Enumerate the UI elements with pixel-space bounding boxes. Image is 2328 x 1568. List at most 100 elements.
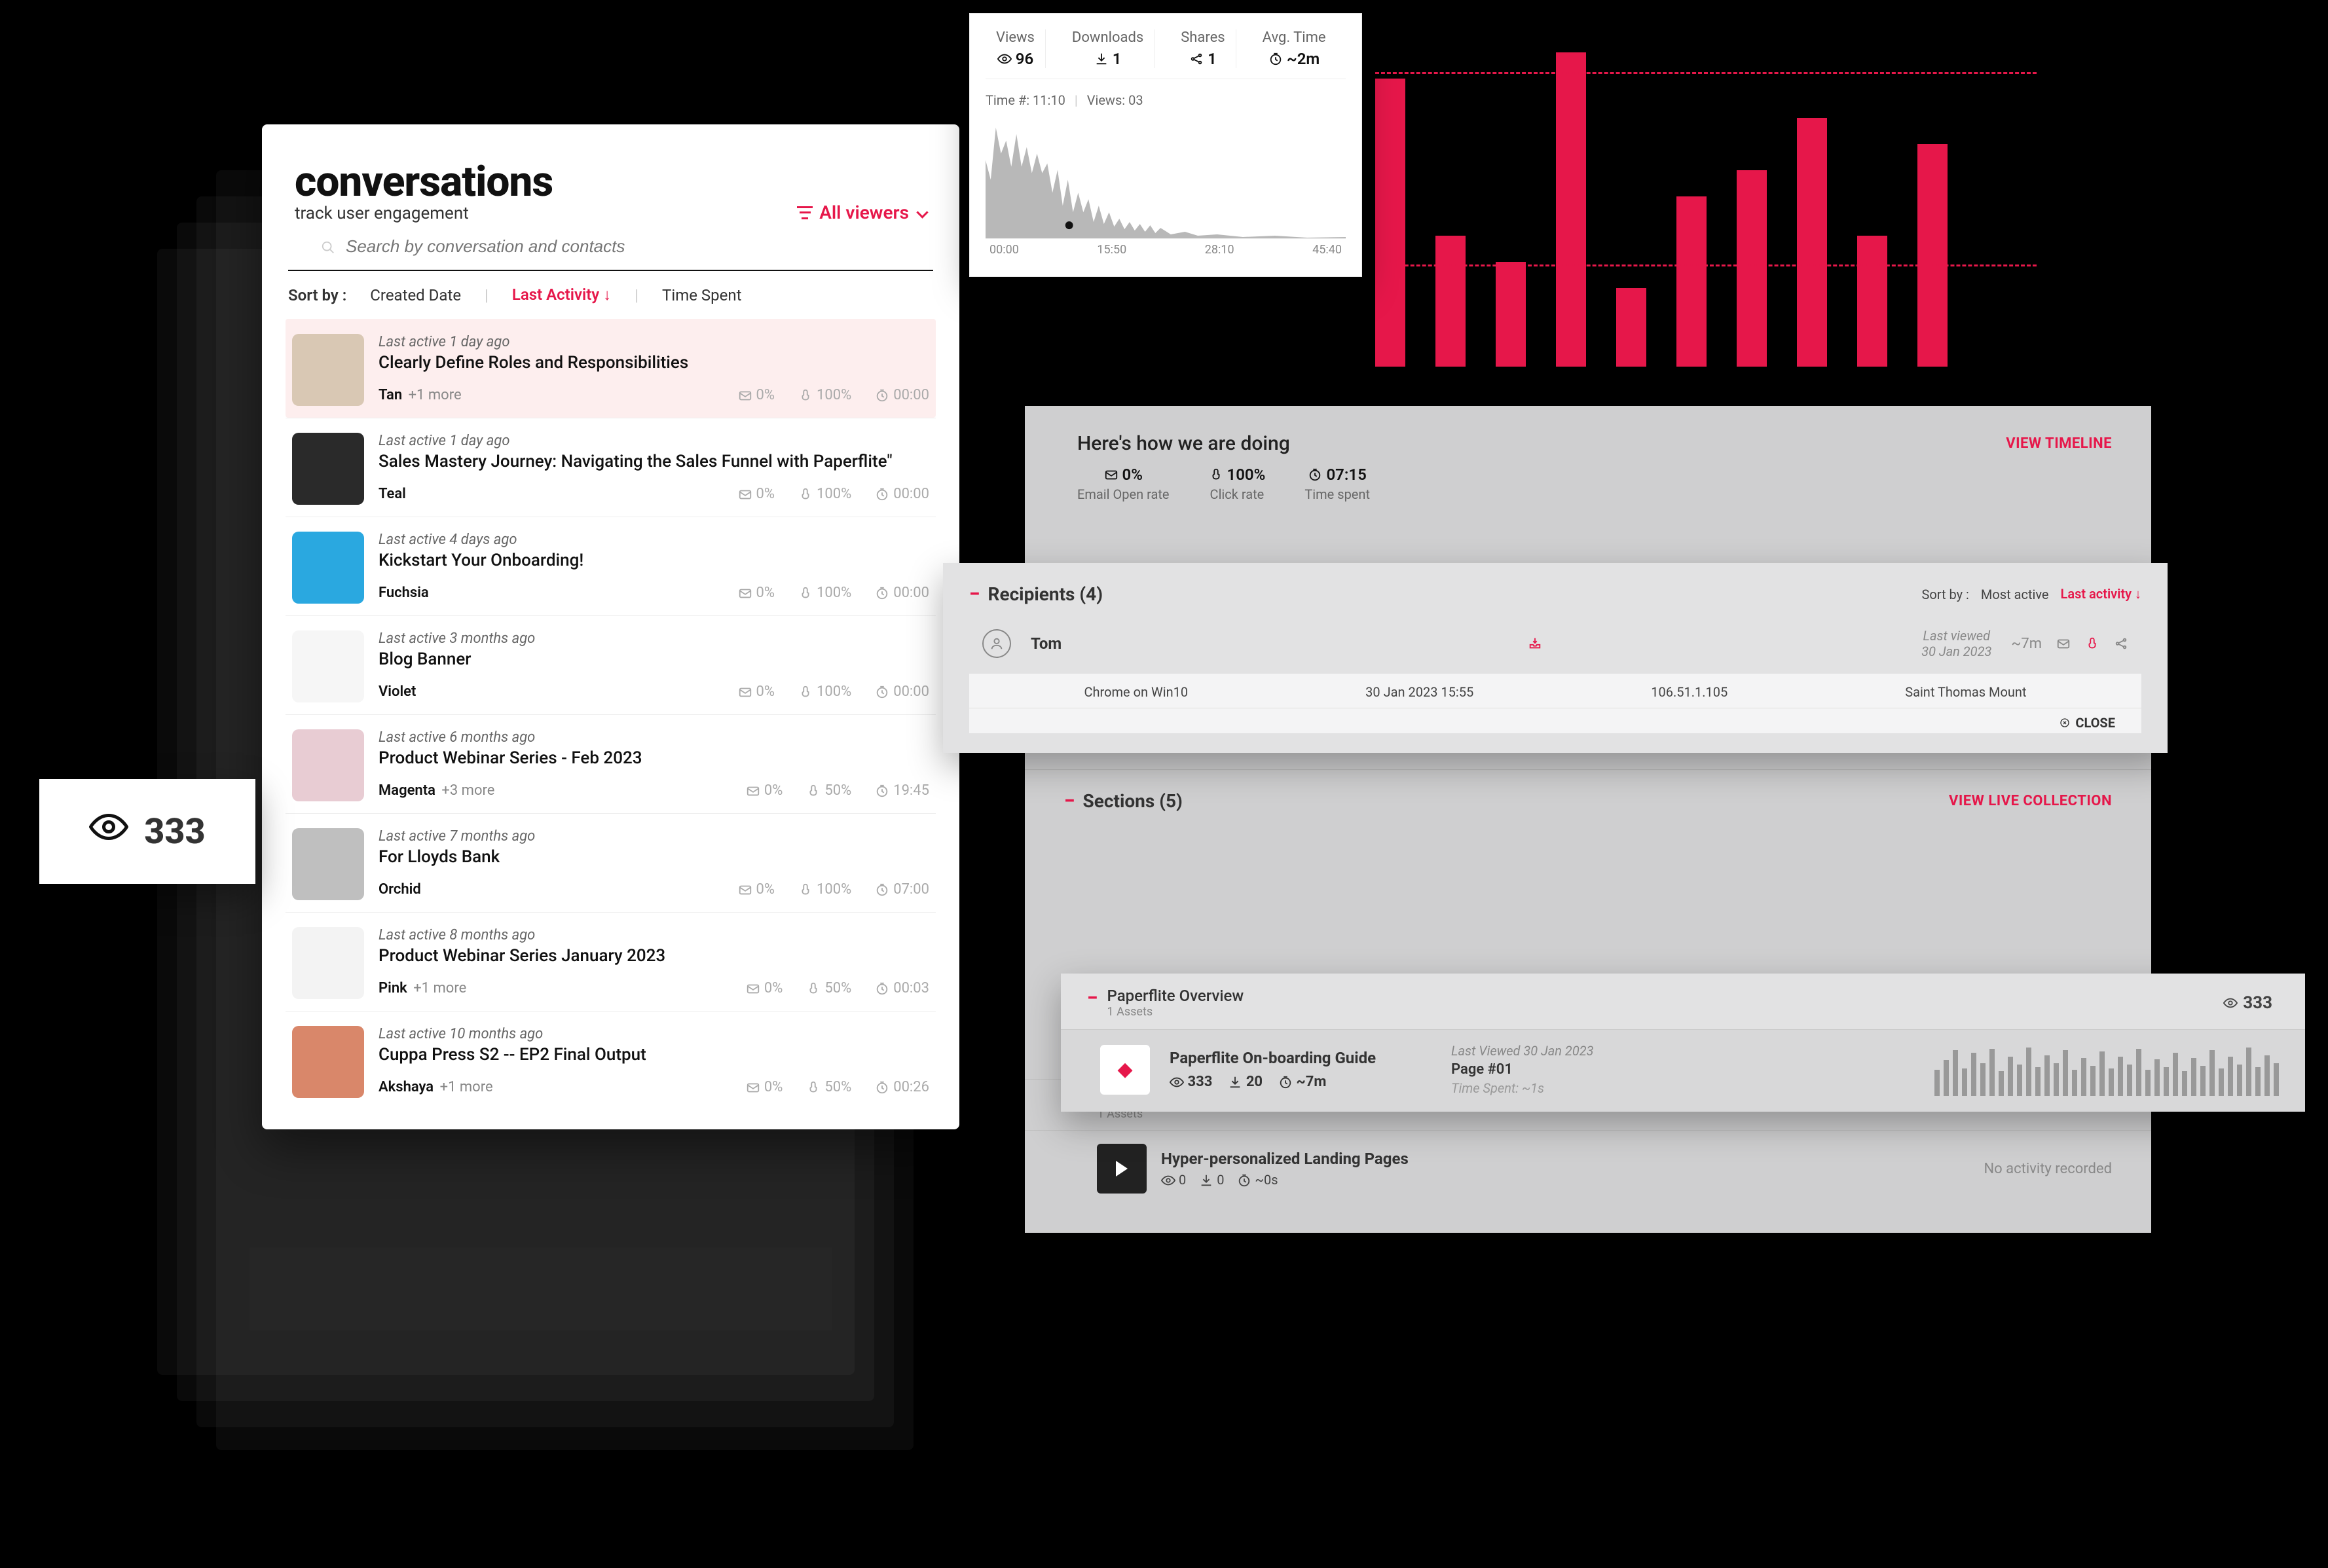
collapse-icon[interactable]: − — [1087, 987, 1098, 1010]
sort-spent[interactable]: Time Spent — [662, 286, 741, 304]
asset-detail-row[interactable]: ◆ Paperflite On-boarding Guide 333 20 ~7… — [1100, 1043, 2279, 1096]
doing-title: Here's how we are doing — [1077, 432, 1290, 455]
clock-icon — [1308, 467, 1322, 482]
last-active: Last active 7 months ago — [379, 828, 929, 845]
no-activity-label: No activity recorded — [1984, 1161, 2112, 1177]
last-active: Last active 10 months ago — [379, 1026, 929, 1042]
background-bar-chart — [1375, 26, 1997, 393]
shares-label: Shares — [1181, 29, 1225, 46]
last-active: Last active 3 months ago — [379, 630, 929, 647]
conversation-name: For Lloyds Bank — [379, 847, 929, 867]
timeline-chart[interactable] — [986, 115, 1346, 239]
conversation-person: Fuchsia — [379, 585, 432, 601]
conversation-thumb — [292, 1026, 364, 1098]
close-icon — [2060, 718, 2070, 728]
view-timeline-link[interactable]: VIEW TIMELINE — [2006, 435, 2112, 452]
asset-row[interactable]: Hyper-personalized Landing Pages 0 0 ~0s… — [1025, 1131, 2151, 1207]
page-title: conversations — [295, 157, 553, 206]
click-rate: 100% — [798, 881, 851, 898]
eye-icon — [2223, 996, 2238, 1010]
conversation-item[interactable]: Last active 1 day ago Sales Mastery Jour… — [286, 418, 936, 517]
sort-created[interactable]: Created Date — [370, 286, 461, 304]
time-spent-page: Time Spent: ~1s — [1451, 1080, 1915, 1096]
clock-icon — [1268, 52, 1283, 66]
tray-icon — [1528, 636, 1542, 651]
collapse-icon[interactable]: − — [1064, 790, 1075, 812]
recipients-title: Recipients (4) — [988, 583, 1103, 605]
collapse-icon[interactable]: − — [969, 583, 980, 606]
eye-icon — [1170, 1075, 1184, 1089]
time-spent: 00:00 — [875, 486, 929, 502]
open-rate: 0% — [746, 980, 783, 996]
conversation-person: Orchid — [379, 881, 424, 898]
views-at-label: Views: 03 — [1087, 92, 1143, 108]
conversation-item[interactable]: Last active 3 months ago Blog Banner Vio… — [286, 615, 936, 714]
doc-name: Paperflite On-boarding Guide — [1170, 1049, 1405, 1067]
share-icon — [2114, 636, 2128, 651]
time-at-label: Time #: 11:10 — [986, 92, 1065, 108]
conversation-item[interactable]: Last active 7 months ago For Lloyds Bank… — [286, 813, 936, 912]
last-active: Last active 1 day ago — [379, 334, 929, 350]
sort-last-activity[interactable]: Last activity ↓ — [2061, 586, 2141, 602]
conversation-item[interactable]: Last active 6 months ago Product Webinar… — [286, 714, 936, 813]
conversation-person: Teal — [379, 486, 409, 502]
clock-icon — [1278, 1075, 1293, 1089]
search-input[interactable] — [346, 236, 900, 257]
sort-label: Sort by : — [1921, 587, 1968, 602]
time-spent: 00:00 — [875, 684, 929, 700]
recipient-name: Tom — [1031, 634, 1149, 653]
download-icon — [1199, 1173, 1213, 1188]
viewers-label: All viewers — [819, 202, 909, 223]
conversation-person: Tan +1 more — [379, 387, 462, 403]
recipients-card: −Recipients (4) Sort by : Most active La… — [943, 563, 2168, 753]
sort-activity[interactable]: Last Activity ↓ — [512, 285, 611, 304]
section-overview-card: − Paperflite Overview1 Assets 333 ◆ Pape… — [1061, 974, 2305, 1112]
click-rate: 100% — [798, 387, 851, 403]
conversation-thumb — [292, 532, 364, 604]
last-active: Last active 6 months ago — [379, 729, 929, 746]
click-rate: 50% — [806, 782, 851, 799]
eye-icon — [997, 52, 1012, 66]
views-badge: 333 — [39, 779, 255, 884]
close-button[interactable]: CLOSE — [969, 708, 2141, 733]
last-active: Last active 8 months ago — [379, 927, 929, 943]
click-icon — [1209, 467, 1223, 482]
tick: 45:40 — [1312, 243, 1342, 257]
conversation-item[interactable]: Last active 10 months ago Cuppa Press S2… — [286, 1011, 936, 1110]
sort-label: Sort by : — [288, 286, 346, 304]
mail-icon — [2056, 636, 2071, 651]
viewers-dropdown[interactable]: All viewers — [797, 202, 927, 223]
time-spent: 00:26 — [875, 1079, 929, 1095]
view-live-collection-link[interactable]: VIEW LIVE COLLECTION — [1949, 793, 2112, 809]
views-count: 333 — [144, 811, 205, 852]
conversation-item[interactable]: Last active 8 months ago Product Webinar… — [286, 912, 936, 1011]
downloads-label: Downloads — [1072, 29, 1143, 46]
time-spent: 00:00 — [875, 387, 929, 403]
time-spent: 00:00 — [875, 585, 929, 601]
conversation-name: Blog Banner — [379, 649, 929, 669]
conversation-thumb — [292, 927, 364, 999]
recipient-row[interactable]: Tom Last viewed30 Jan 2023 ~7m — [969, 616, 2141, 671]
click-rate: 100% — [798, 585, 851, 601]
conversation-item[interactable]: Last active 1 day ago Clearly Define Rol… — [286, 319, 936, 418]
conversation-thumb — [292, 729, 364, 801]
conversation-person: Pink +1 more — [379, 980, 466, 996]
page-activity-sparkline — [1934, 1044, 2279, 1096]
click-rate-label: Click rate — [1210, 486, 1265, 502]
sort-most-active[interactable]: Most active — [1981, 587, 2049, 602]
chevron-down-icon — [916, 206, 928, 218]
conversation-item[interactable]: Last active 4 days ago Kickstart Your On… — [286, 517, 936, 615]
conversation-person: Magenta +3 more — [379, 782, 494, 799]
open-rate: 0% — [738, 881, 775, 898]
email-open-label: Email Open rate — [1077, 486, 1170, 502]
open-rate: 0% — [738, 684, 775, 700]
ip-address: 106.51.1.105 — [1651, 684, 1728, 700]
section-overview[interactable] — [1025, 826, 2151, 865]
conversation-thumb — [292, 433, 364, 505]
avatar-icon — [982, 629, 1011, 658]
tick: 28:10 — [1205, 243, 1234, 257]
open-rate: 0% — [746, 1079, 783, 1095]
conversation-thumb — [292, 630, 364, 702]
conversation-name: Clearly Define Roles and Responsibilitie… — [379, 353, 929, 373]
time-spent: 07:00 — [875, 881, 929, 898]
